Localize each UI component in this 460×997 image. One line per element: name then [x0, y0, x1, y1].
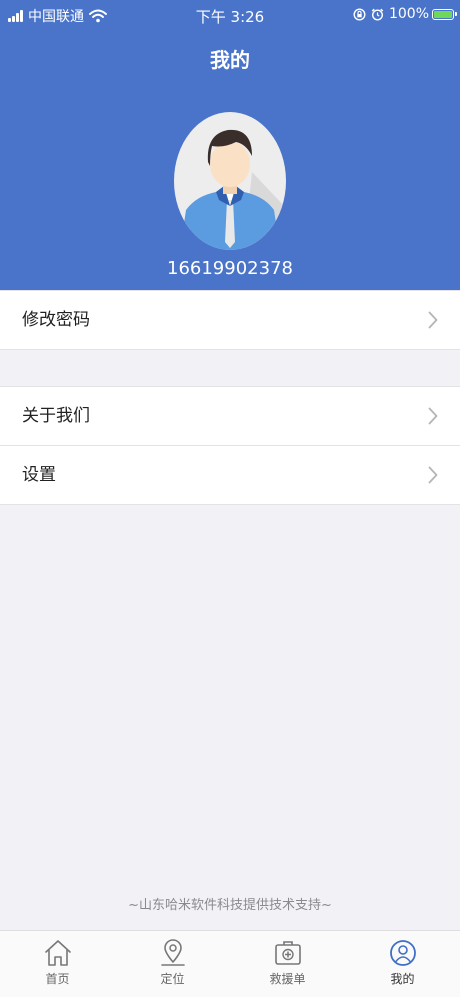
tab-label: 救援单: [269, 972, 306, 986]
tab-label: 首页: [45, 972, 70, 986]
menu-item-about-us[interactable]: 关于我们: [0, 387, 460, 445]
alarm-icon: [371, 8, 384, 21]
tab-label: 我的: [390, 972, 415, 986]
battery-percentage: 100%: [388, 6, 429, 22]
tab-home[interactable]: 首页: [0, 931, 115, 997]
orientation-lock-icon: [353, 7, 366, 21]
menu-item-label: 修改密码: [22, 310, 90, 330]
chevron-right-icon: [428, 466, 438, 484]
first-aid-kit-icon: [274, 941, 301, 965]
avatar[interactable]: [174, 112, 286, 250]
chevron-right-icon: [428, 311, 438, 329]
status-bar: 中国联通 下午 3:26 100%: [0, 0, 460, 30]
profile-header: 中国联通 下午 3:26 100% 我的 16619902378: [0, 0, 460, 290]
tab-label: 定位: [160, 972, 185, 986]
tab-bar: 首页 定位 救援单 我的: [0, 930, 460, 997]
menu-item-change-password[interactable]: 修改密码: [0, 291, 460, 349]
phone-number: 16619902378: [167, 258, 293, 279]
menu-item-label: 关于我们: [22, 406, 90, 426]
menu-group-general: 关于我们 设置: [0, 386, 460, 505]
tab-mine[interactable]: 我的: [345, 931, 460, 997]
footer-credit: ~山东哈米软件科技提供技术支持~: [128, 898, 332, 913]
chevron-right-icon: [428, 407, 438, 425]
location-pin-icon: [160, 939, 185, 966]
status-right: 100%: [353, 6, 457, 22]
battery-icon: [432, 8, 457, 20]
profile-icon: [389, 940, 416, 966]
tab-location[interactable]: 定位: [115, 931, 230, 997]
menu-group-account: 修改密码: [0, 290, 460, 350]
tab-rescue-orders[interactable]: 救援单: [230, 931, 345, 997]
menu-item-settings[interactable]: 设置: [0, 445, 460, 504]
home-icon: [44, 940, 71, 966]
menu-item-label: 设置: [22, 465, 56, 485]
battery-level: [434, 10, 452, 18]
page-title: 我的: [210, 48, 250, 72]
